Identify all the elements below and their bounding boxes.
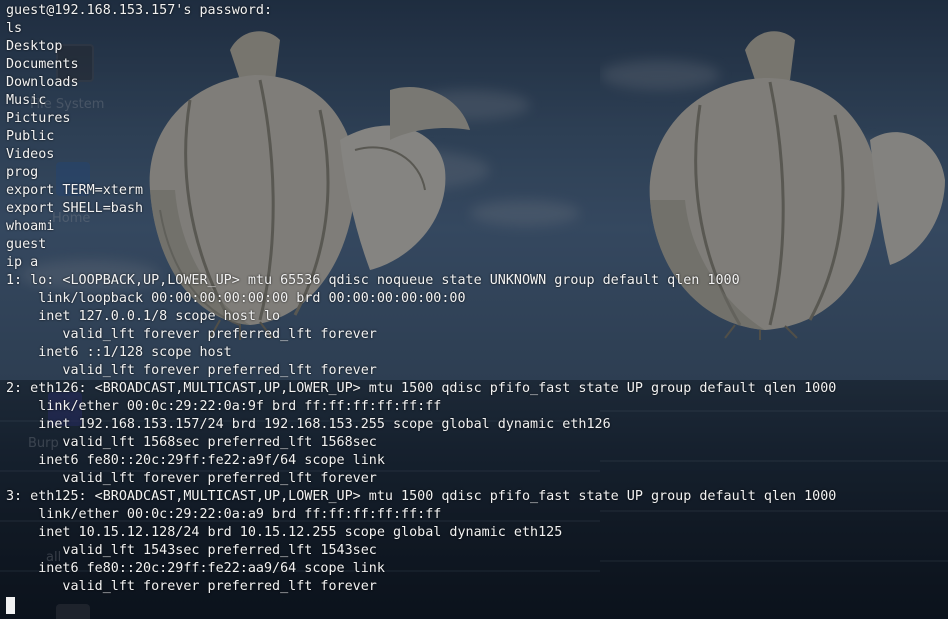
terminal-line: Public xyxy=(6,129,55,144)
terminal-line: link/ether 00:0c:29:22:0a:9f brd ff:ff:f… xyxy=(6,399,442,414)
terminal-line: inet6 ::1/128 scope host xyxy=(6,345,232,360)
terminal-line: export SHELL=bash xyxy=(6,201,144,216)
terminal-line: Documents xyxy=(6,57,79,72)
terminal-line: Downloads xyxy=(6,75,79,90)
terminal-line: valid_lft 1543sec preferred_lft 1543sec xyxy=(6,543,377,558)
terminal-line: ip a xyxy=(6,255,39,270)
terminal-line: valid_lft forever preferred_lft forever xyxy=(6,363,377,378)
terminal-line: Music xyxy=(6,93,47,108)
terminal-line: guest@192.168.153.157's password: xyxy=(6,3,273,18)
terminal-line: 2: eth126: <BROADCAST,MULTICAST,UP,LOWER… xyxy=(6,381,837,396)
terminal-line: Desktop xyxy=(6,39,63,54)
terminal-line: inet 127.0.0.1/8 scope host lo xyxy=(6,309,281,324)
terminal-line: inet6 fe80::20c:29ff:fe22:aa9/64 scope l… xyxy=(6,561,385,576)
terminal-line: Videos xyxy=(6,147,55,162)
terminal-line: inet 192.168.153.157/24 brd 192.168.153.… xyxy=(6,417,611,432)
terminal-line: link/loopback 00:00:00:00:00:00 brd 00:0… xyxy=(6,291,466,306)
desktop-screen: File System Home Burp all guest@192.168.… xyxy=(0,0,948,619)
terminal-output: guest@192.168.153.157's password: ls Deskt… xyxy=(6,2,836,596)
terminal-line: prog xyxy=(6,165,39,180)
terminal-cursor[interactable] xyxy=(6,597,15,614)
terminal-line: valid_lft forever preferred_lft forever xyxy=(6,579,377,594)
terminal-line: guest xyxy=(6,237,47,252)
terminal-line: valid_lft 1568sec preferred_lft 1568sec xyxy=(6,435,377,450)
terminal-line: valid_lft forever preferred_lft forever xyxy=(6,471,377,486)
terminal-line: inet6 fe80::20c:29ff:fe22:a9f/64 scope l… xyxy=(6,453,385,468)
terminal-line: valid_lft forever preferred_lft forever xyxy=(6,327,377,342)
terminal-window[interactable]: guest@192.168.153.157's password: ls Deskt… xyxy=(0,0,948,619)
terminal-line: inet 10.15.12.128/24 brd 10.15.12.255 sc… xyxy=(6,525,563,540)
terminal-line: link/ether 00:0c:29:22:0a:a9 brd ff:ff:f… xyxy=(6,507,442,522)
terminal-line: whoami xyxy=(6,219,55,234)
terminal-line: 1: lo: <LOOPBACK,UP,LOWER_UP> mtu 65536 … xyxy=(6,273,740,288)
terminal-line: Pictures xyxy=(6,111,71,126)
terminal-line: export TERM=xterm xyxy=(6,183,144,198)
terminal-line: 3: eth125: <BROADCAST,MULTICAST,UP,LOWER… xyxy=(6,489,837,504)
terminal-line: ls xyxy=(6,21,23,36)
